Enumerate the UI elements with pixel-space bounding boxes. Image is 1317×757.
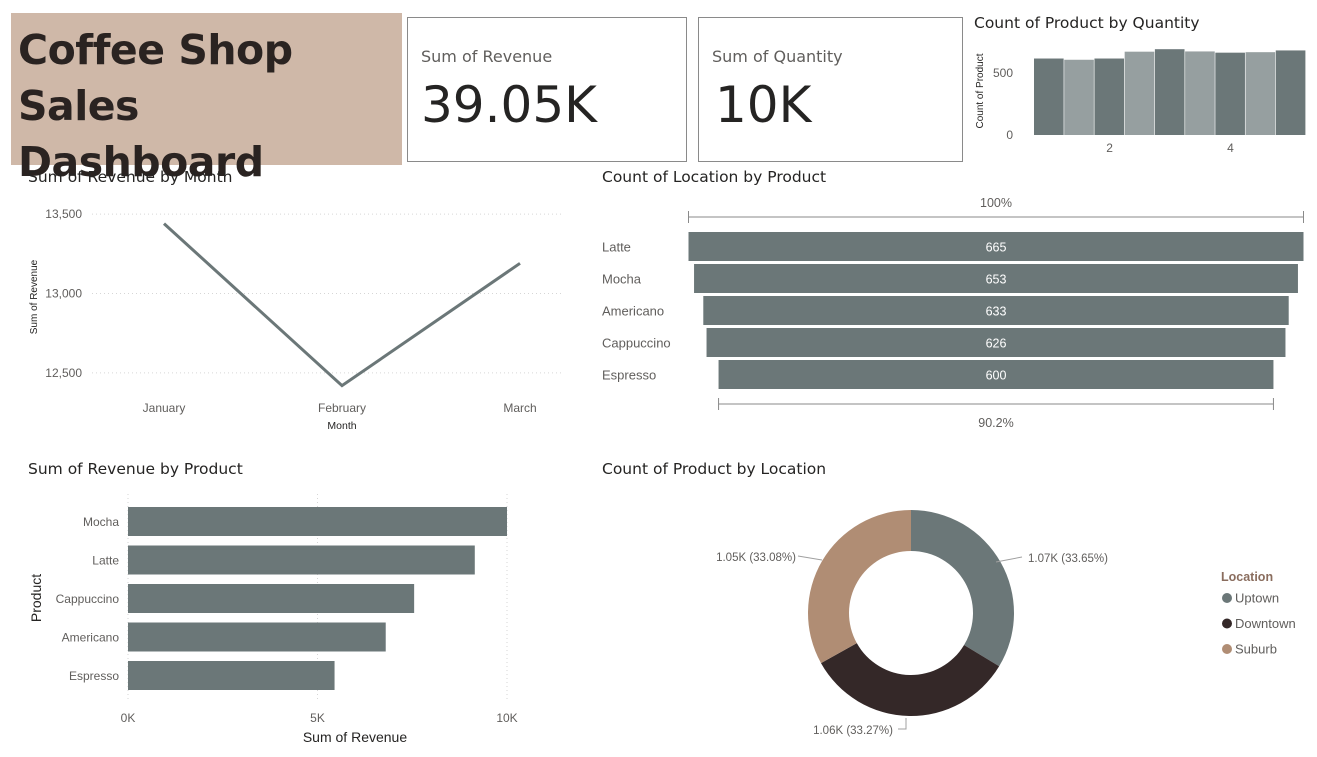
month-y-axis-label: Sum of Revenue: [29, 259, 40, 334]
month-x-tick: March: [503, 401, 536, 415]
funnel-bottom-percent: 90.2%: [978, 416, 1013, 430]
location-donut-slice: [820, 643, 1000, 716]
funnel-category-label: Espresso: [602, 368, 656, 383]
funnel-bar-label: 665: [986, 241, 1007, 255]
quantity-bar: [1185, 51, 1215, 135]
product-revenue-bar: [128, 545, 475, 575]
location-legend-marker: [1222, 644, 1232, 654]
quantity-x-tick: 2: [1106, 141, 1113, 155]
quantity-bar: [1215, 52, 1245, 135]
quantity-bar: [1034, 58, 1064, 136]
product-category-label: Espresso: [69, 669, 119, 683]
product-category-label: Mocha: [83, 515, 119, 529]
location-legend-label: Uptown: [1235, 591, 1279, 606]
quantity-bar: [1064, 59, 1094, 136]
location-legend-marker: [1222, 593, 1232, 603]
product-x-tick: 0K: [121, 711, 136, 725]
quantity-bar: [1245, 52, 1276, 135]
product-x-tick: 5K: [310, 711, 325, 725]
funnel-category-label: Americano: [602, 304, 664, 319]
month-x-tick: February: [318, 401, 366, 415]
funnel-bar-label: 600: [986, 369, 1007, 383]
product-revenue-bar: [128, 507, 507, 536]
product-x-axis-label: Sum of Revenue: [303, 729, 407, 745]
product-revenue-bar: [128, 584, 415, 613]
location-legend-marker: [1222, 618, 1232, 629]
month-y-tick: 12,500: [45, 366, 82, 380]
month-x-axis-label: Month: [327, 420, 356, 432]
dashboard-charts: 2 4 0 500 Count of Product 13,500 13,000 12,50…: [28, 49, 1306, 745]
funnel-top-percent: 100%: [980, 196, 1012, 210]
funnel-bar-label: 626: [986, 337, 1007, 351]
product-revenue-chart[interactable]: 0K 5K 10K Mocha Latte Cappuccino Americano Espr…: [28, 494, 518, 745]
quantity-y-tick: 0: [1006, 128, 1013, 142]
quantity-y-axis-label: Count of Product: [975, 53, 986, 128]
funnel-bar-label: 653: [986, 273, 1007, 287]
product-y-axis-label: Product: [28, 574, 44, 622]
funnel-category-label: Latte: [602, 240, 631, 255]
product-category-label: Latte: [92, 554, 119, 568]
quantity-bar: [1124, 51, 1155, 135]
location-legend-title: Location: [1221, 570, 1273, 584]
quantity-chart[interactable]: 2 4 0 500 Count of Product: [975, 49, 1306, 155]
location-donut-slice: [911, 510, 1014, 667]
month-y-tick: 13,500: [45, 207, 82, 221]
month-x-tick: January: [143, 401, 186, 415]
product-x-tick: 10K: [496, 711, 517, 725]
location-slice-label: 1.07K (33.65%): [1028, 553, 1108, 565]
month-chart[interactable]: 13,500 13,000 12,500 January February March Mo…: [29, 207, 562, 432]
product-revenue-bar: [128, 622, 386, 652]
product-category-label: Americano: [62, 631, 120, 645]
product-category-label: Cappuccino: [56, 592, 120, 606]
quantity-x-tick: 4: [1227, 141, 1234, 155]
location-slice-leader: [898, 718, 907, 730]
location-slice-label: 1.05K (33.08%): [716, 552, 796, 564]
funnel-bar-label: 633: [986, 305, 1007, 319]
funnel-category-label: Cappuccino: [602, 336, 671, 351]
funnel-category-label: Mocha: [602, 272, 642, 287]
month-revenue-line: [162, 222, 521, 388]
quantity-bar: [1154, 49, 1185, 135]
location-slice-label: 1.06K (33.27%): [813, 725, 893, 737]
location-legend-label: Suburb: [1235, 642, 1277, 657]
location-slice-leader: [995, 556, 1023, 563]
location-slice-leader: [797, 555, 823, 561]
location-donut-slice: [807, 510, 911, 664]
quantity-bar: [1094, 58, 1125, 136]
month-y-tick: 13,000: [45, 287, 82, 301]
location-legend-label: Downtown: [1235, 616, 1296, 631]
quantity-bar: [1275, 50, 1306, 135]
location-chart[interactable]: 1.07K (33.65%) 1.06K (33.27%) 1.05K (33.08…: [716, 510, 1296, 737]
product-revenue-bar: [128, 661, 335, 690]
quantity-y-tick: 500: [993, 66, 1013, 80]
funnel-chart[interactable]: 100% 665 Latte 653 Mocha 633 Americano 626 Cappu…: [602, 196, 1304, 430]
